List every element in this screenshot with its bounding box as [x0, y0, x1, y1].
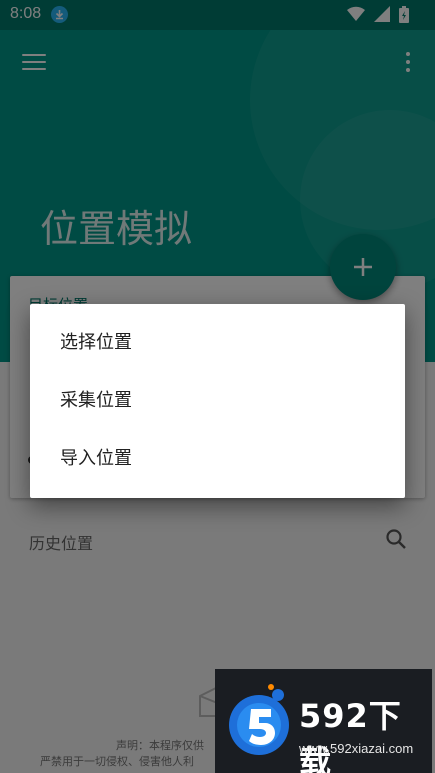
select-location-option[interactable]: 选择位置 — [30, 314, 405, 372]
brand-logo-icon — [229, 684, 289, 755]
location-source-dialog: 选择位置 采集位置 导入位置 — [30, 304, 405, 498]
watermark-url: www.592xiazai.com — [299, 741, 414, 756]
collect-location-option[interactable]: 采集位置 — [30, 372, 405, 430]
import-location-option[interactable]: 导入位置 — [30, 430, 405, 488]
watermark-logo: 592下载 www.592xiazai.com — [215, 669, 432, 773]
watermark-brand: 592下载 — [299, 697, 402, 773]
